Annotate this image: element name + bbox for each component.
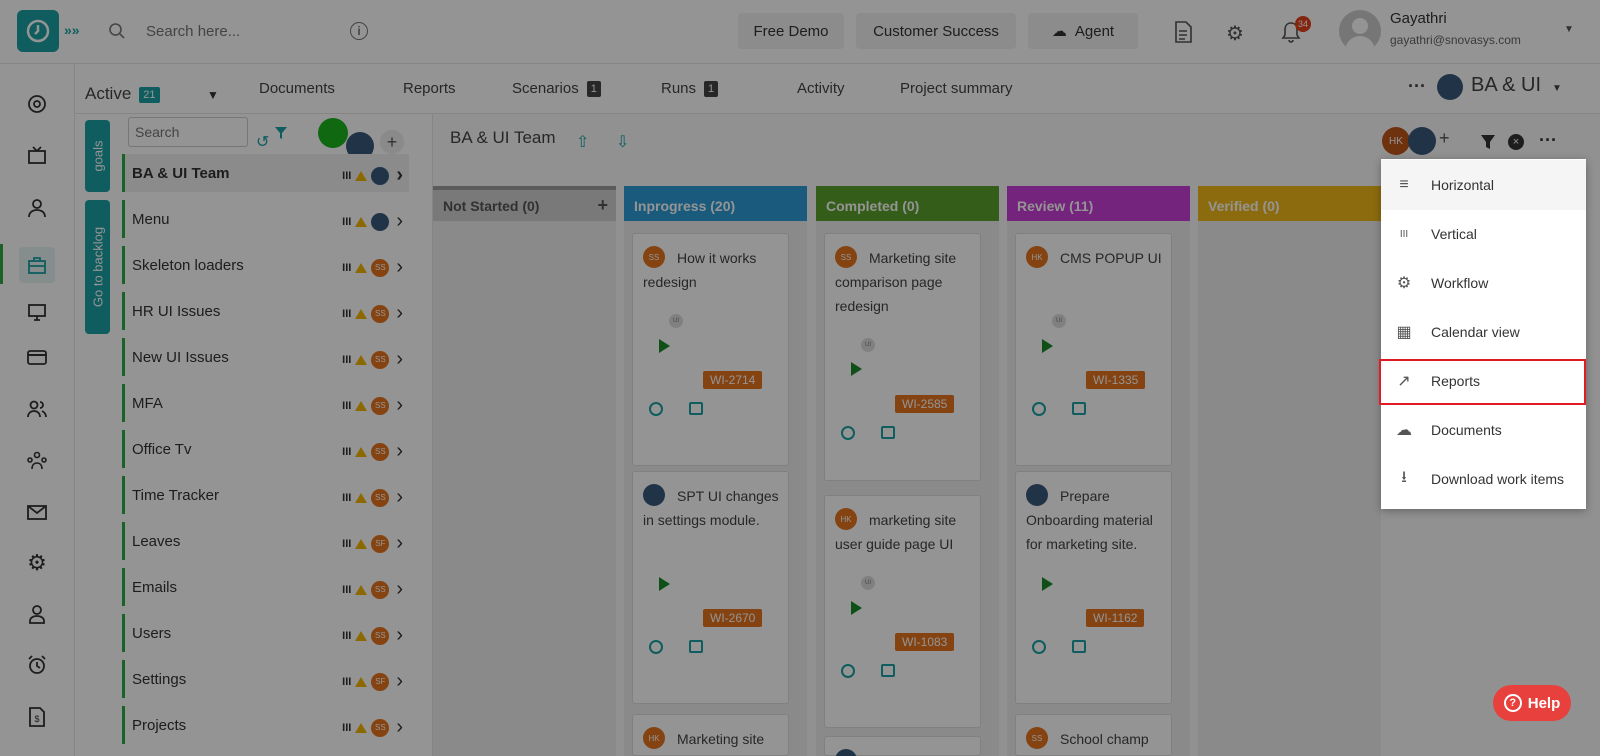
menu-item-label: Workflow	[1431, 275, 1489, 291]
download-icon: ⭳	[1401, 468, 1407, 486]
lines-icon: ≡	[1399, 176, 1409, 193]
menu-item-vertical[interactable]: III Vertical	[1381, 209, 1586, 259]
menu-item-horizontal[interactable]: ≡ Horizontal	[1381, 160, 1586, 210]
menu-item-workflow[interactable]: ⚙ Workflow	[1381, 258, 1586, 308]
gear-icon: ⚙	[1396, 275, 1412, 292]
menu-item-download-work-items[interactable]: ⭳ Download work items	[1381, 454, 1586, 504]
question-icon: ?	[1503, 694, 1522, 712]
calendar-icon: ▦	[1396, 324, 1412, 341]
menu-item-documents[interactable]: ☁ Documents	[1381, 405, 1586, 455]
highlight-box	[1379, 359, 1586, 405]
menu-item-label: Calendar view	[1431, 324, 1520, 340]
menu-item-label: Documents	[1431, 422, 1502, 438]
menu-item-label: Download work items	[1431, 471, 1565, 487]
menu-item-calendar-view[interactable]: ▦ Calendar view	[1381, 307, 1586, 357]
menu-item-label: Vertical	[1431, 226, 1477, 242]
help-label: Help	[1527, 694, 1561, 712]
cloud-upload-icon: ☁	[1396, 422, 1412, 439]
bars-icon: III	[1399, 228, 1409, 240]
help-button[interactable]: ? Help	[1493, 685, 1571, 721]
view-options-menu: ≡ Horizontal III Vertical ⚙ Workflow ▦ Calendar…	[1381, 159, 1586, 509]
modal-backdrop[interactable]	[0, 0, 1600, 756]
menu-item-label: Horizontal	[1431, 177, 1495, 193]
